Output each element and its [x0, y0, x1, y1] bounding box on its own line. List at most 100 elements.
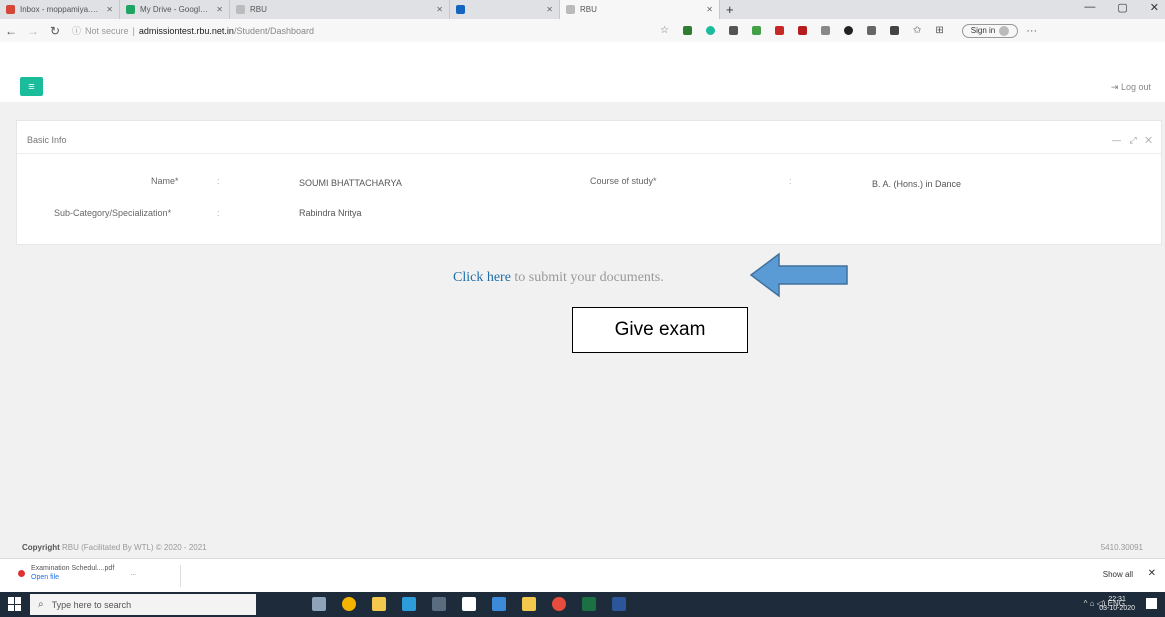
url-host: admissiontest.rbu.net.in: [138, 25, 234, 36]
collections-icon[interactable]: ⊞: [935, 25, 943, 36]
close-window-icon[interactable]: ✕: [1150, 1, 1159, 14]
taskbar-search-box[interactable]: ⌕ Type here to search: [30, 594, 256, 615]
tab-title: Inbox - moppamiya.dasgupta@ ...: [20, 5, 100, 14]
sticky-notes-icon[interactable]: [522, 597, 536, 611]
extension-icon[interactable]: [751, 26, 761, 35]
info-icon[interactable]: ⓘ: [72, 24, 81, 37]
close-downloads-icon[interactable]: ✕: [1148, 568, 1156, 579]
page-icon: [566, 5, 575, 14]
name-value: SOUMI BHATTACHARYA: [299, 178, 402, 188]
panel-title: Basic Info: [27, 135, 67, 145]
window-controls: — ▢ ✕: [1084, 1, 1159, 14]
extension-icon[interactable]: [774, 26, 784, 35]
show-all-button[interactable]: Show all: [1103, 570, 1133, 579]
store-icon[interactable]: [462, 597, 476, 611]
extension-icon[interactable]: [820, 26, 830, 35]
close-icon[interactable]: ✕: [546, 5, 553, 14]
sign-in-button[interactable]: Sign in: [961, 23, 1019, 38]
search-icon: ⌕: [38, 599, 44, 610]
copyright-text: Copyright RBU (Facilitated By WTL) © 202…: [22, 543, 207, 552]
drive-icon: [126, 5, 135, 14]
tab-rbu-1[interactable]: RBU ✕: [230, 0, 450, 19]
clock-date: 03-10-2020: [1099, 605, 1135, 612]
download-item[interactable]: Examination Schedul....pdf Open file ...: [18, 564, 136, 582]
taskbar-apps: [312, 597, 626, 611]
panel-tools[interactable]: — ⤢ ✕: [1112, 135, 1155, 146]
logout-label: Log out: [1120, 82, 1151, 92]
annotation-arrow: [749, 252, 848, 298]
tab-google-drive[interactable]: My Drive - Google Drive ✕: [120, 0, 230, 19]
tab-title: RBU: [580, 5, 597, 14]
colon: :: [789, 176, 792, 186]
download-more-button[interactable]: ...: [130, 570, 136, 577]
click-here-link[interactable]: Click here: [453, 270, 511, 285]
basic-info-panel: Basic Info — ⤢ ✕ Name* : SOUMI BHATTACHA…: [16, 120, 1162, 245]
url-path: /Student/Dashboard: [233, 25, 315, 36]
forward-icon[interactable]: →: [22, 24, 44, 38]
submit-documents-rest: to submit your documents.: [510, 270, 664, 285]
course-label: Course of study*: [590, 176, 657, 186]
subcategory-value: Rabindra Nritya: [299, 208, 362, 218]
favorites-icon[interactable]: ✩: [913, 25, 921, 36]
chrome-profile-icon[interactable]: [552, 597, 566, 611]
maximize-icon[interactable]: ▢: [1117, 1, 1127, 14]
new-tab-button[interactable]: +: [726, 2, 734, 17]
task-view-icon[interactable]: [312, 597, 326, 611]
photoshop-icon[interactable]: [432, 597, 446, 611]
name-label: Name*: [151, 176, 179, 186]
divider: [180, 565, 181, 587]
page-icon: [236, 5, 245, 14]
refresh-icon[interactable]: ↻: [44, 24, 66, 38]
file-explorer-icon[interactable]: [372, 597, 386, 611]
more-icon[interactable]: ···: [1026, 25, 1037, 37]
excel-icon[interactable]: [582, 597, 596, 611]
copyright-rest: RBU (Facilitated By WTL) © 2020 - 2021: [59, 542, 207, 552]
search-placeholder: Type here to search: [51, 599, 132, 610]
sign-in-label: Sign in: [970, 26, 996, 35]
colon: :: [217, 176, 220, 186]
close-icon[interactable]: ✕: [706, 5, 713, 14]
mail-icon[interactable]: [492, 597, 506, 611]
extension-icon[interactable]: [866, 26, 876, 35]
extensions-area: ☆ ✩ ⊞: [660, 25, 944, 36]
give-exam-callout: Give exam: [572, 307, 748, 353]
tab-rbu-active[interactable]: RBU ✕: [560, 0, 720, 19]
hamburger-icon: ≡: [28, 80, 35, 93]
extension-icon[interactable]: [889, 26, 899, 35]
close-icon[interactable]: ✕: [436, 5, 443, 14]
extension-icon[interactable]: [728, 26, 738, 35]
extension-icon[interactable]: [843, 26, 853, 35]
page-footer: Copyright RBU (Facilitated By WTL) © 202…: [0, 536, 1165, 558]
page-header: [0, 42, 1165, 102]
word-icon[interactable]: [612, 597, 626, 611]
logout-link[interactable]: ⇥ Log out: [1111, 82, 1151, 93]
open-file-link[interactable]: Open file: [31, 573, 114, 582]
notifications-icon[interactable]: [1146, 598, 1157, 609]
windows-taskbar: ⌕ Type here to search ^ ⌂ ◁) ENG 22:31 0…: [0, 592, 1165, 617]
close-icon[interactable]: ✕: [216, 5, 223, 14]
clock[interactable]: 22:31 03-10-2020: [1099, 595, 1135, 613]
chrome-icon[interactable]: [342, 597, 356, 611]
windows-start-icon[interactable]: [8, 597, 22, 611]
close-icon[interactable]: ✕: [106, 5, 113, 14]
submit-documents-text: Click here to submit your documents.: [453, 270, 664, 286]
menu-toggle-button[interactable]: ≡: [20, 77, 43, 96]
browser-tab-strip: Inbox - moppamiya.dasgupta@ ... ✕ My Dri…: [0, 0, 1165, 19]
edge-icon[interactable]: [402, 597, 416, 611]
star-icon[interactable]: ☆: [660, 25, 669, 36]
gmail-icon: [6, 5, 15, 14]
subcategory-label: Sub-Category/Specialization*: [54, 208, 172, 218]
extension-icon[interactable]: [705, 26, 715, 35]
address-bar[interactable]: ⓘ Not secure | admissiontest.rbu.net.in …: [72, 23, 620, 39]
tab-gmail-inbox[interactable]: Inbox - moppamiya.dasgupta@ ... ✕: [0, 0, 120, 19]
facebook-icon: [456, 5, 465, 14]
copyright-bold: Copyright: [22, 542, 60, 552]
extension-icon[interactable]: [797, 26, 807, 35]
back-icon[interactable]: ←: [0, 24, 22, 38]
tab-title: RBU: [250, 5, 267, 14]
tab-facebook[interactable]: ✕: [450, 0, 560, 19]
download-filename: Examination Schedul....pdf: [31, 565, 115, 572]
extension-icon[interactable]: [682, 26, 692, 35]
minimize-icon[interactable]: —: [1084, 1, 1095, 14]
avatar: [999, 25, 1010, 36]
